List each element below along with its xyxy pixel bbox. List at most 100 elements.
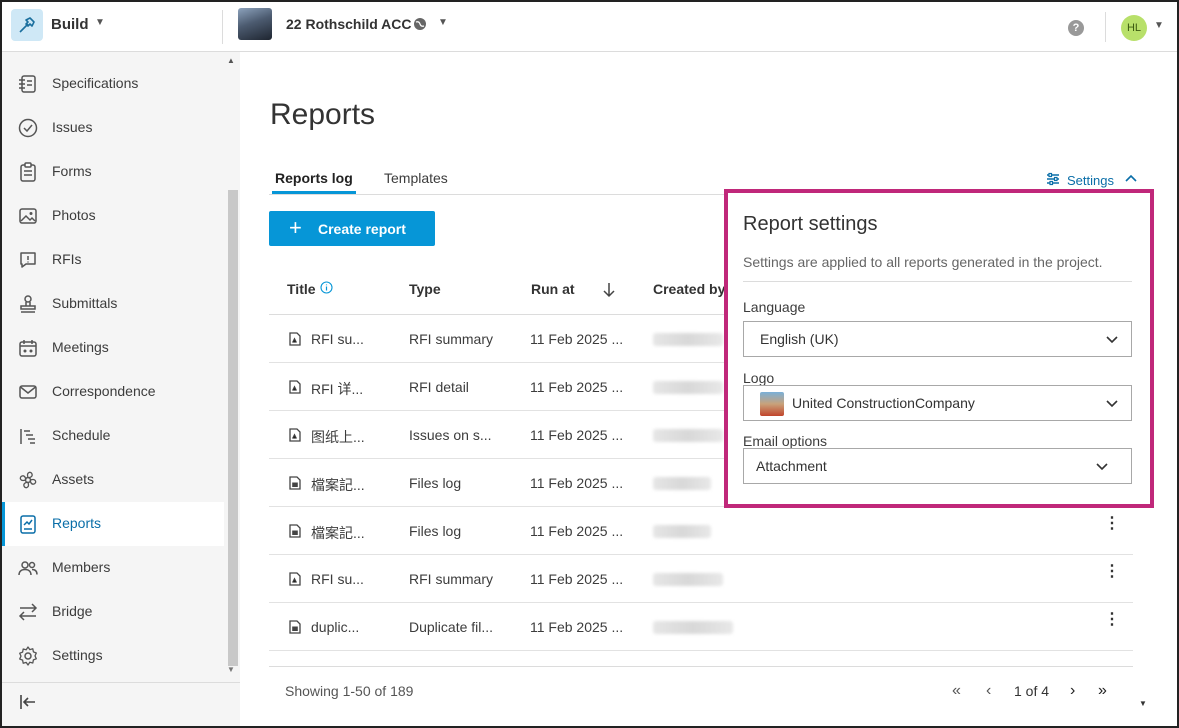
collapse-sidebar-icon[interactable] [18,692,38,717]
divider [1105,12,1106,42]
sidebar-scrollbar-thumb[interactable] [228,190,238,666]
language-label: Language [743,299,806,315]
avatar[interactable]: HL [1121,15,1147,41]
tab-templates[interactable]: Templates [384,170,448,186]
sidebar-item-bridge[interactable]: Bridge [2,590,224,634]
schedule-icon [17,425,39,447]
sidebar-item-issues[interactable]: Issues [2,106,224,150]
divider [743,281,1132,282]
settings-link-label: Settings [1067,173,1114,188]
chevron-down-icon[interactable]: ▼ [1154,20,1164,31]
chevron-down-icon[interactable]: ▼ [438,17,448,28]
column-header-title[interactable]: Title [287,281,316,297]
sort-descending-icon[interactable] [602,282,616,303]
create-report-button[interactable]: + Create report [269,211,435,246]
tab-reports-log[interactable]: Reports log [275,170,353,186]
page-indicator: 1 of 4 [1014,683,1050,699]
sidebar-item-members[interactable]: Members [2,546,224,590]
row-run-at: 11 Feb 2025 ... [530,427,624,443]
top-bar: Build ▼ 22 Rothschild ACC ▼ ? HL ▼ [2,2,1177,52]
chevron-down-icon [1095,459,1109,478]
sidebar-item-label: Photos [52,207,96,223]
sidebar-item-assets[interactable]: Assets [2,458,224,502]
assets-icon [17,469,39,491]
logo-label: Logo [743,370,775,386]
sidebar-item-label: Issues [52,119,93,135]
sidebar-item-rfis[interactable]: RFIs [2,238,224,282]
sidebar-item-forms[interactable]: Forms [2,150,224,194]
reports-icon [17,513,39,535]
column-header-type[interactable]: Type [409,281,441,297]
doc-file-icon [289,524,301,543]
table-row[interactable]: RFI su... RFI summary 11 Feb 2025 ... ⋮ [269,555,1133,603]
previous-page-icon[interactable]: ‹ [986,682,991,700]
row-title[interactable]: 檔案記... [311,475,365,495]
help-icon[interactable]: ? [1068,20,1084,36]
sidebar-item-label: Settings [52,647,103,663]
row-type: Files log [409,523,462,539]
page-title: Reports [270,98,376,131]
sidebar-item-meetings[interactable]: Meetings [2,326,224,370]
pdf-file-icon [289,428,301,447]
project-name[interactable]: 22 Rothschild ACC [286,16,412,32]
chevron-down-icon [1105,332,1119,351]
table-row[interactable]: duplic... Duplicate fil... 11 Feb 2025 .… [269,603,1133,651]
redacted-created-by [653,621,733,634]
project-thumbnail[interactable] [238,8,272,40]
first-page-icon[interactable]: « [952,682,961,700]
doc-file-icon [289,476,301,495]
logo-select[interactable]: United ConstructionCompany [743,385,1132,421]
row-run-at: 11 Feb 2025 ... [530,475,624,491]
divider [2,682,240,683]
app-name[interactable]: Build [51,16,89,33]
scroll-up-icon[interactable]: ▲ [227,56,235,65]
row-run-at: 11 Feb 2025 ... [530,331,624,347]
row-run-at: 11 Feb 2025 ... [530,379,624,395]
column-header-created-by[interactable]: Created by [653,281,725,297]
row-title[interactable]: RFI su... [311,331,364,347]
email-options-label: Email options [743,433,828,449]
sidebar-item-reports[interactable]: Reports [2,502,224,546]
row-type: Issues on s... [409,427,492,443]
table-row[interactable]: 檔案記... Files log 11 Feb 2025 ... ⋮ [269,507,1133,555]
row-title[interactable]: duplic... [311,619,359,635]
row-title[interactable]: 图纸上... [311,427,365,447]
sidebar-item-submittals[interactable]: Submittals [2,282,224,326]
row-title[interactable]: RFI 详... [311,379,363,399]
sidebar-item-schedule[interactable]: Schedule [2,414,224,458]
app-window: Build ▼ 22 Rothschild ACC ▼ ? HL ▼ ▲ ▼ S… [0,0,1179,728]
sidebar-item-label: Submittals [52,295,118,311]
scroll-down-icon[interactable]: ▼ [1139,699,1147,708]
language-select[interactable]: English (UK) [743,321,1132,357]
report-settings-panel: Report settings Settings are applied to … [724,189,1154,508]
correspondence-icon [17,381,39,403]
rfis-icon [17,249,39,271]
language-value: English (UK) [760,331,839,347]
sidebar-item-label: Specifications [52,75,139,91]
more-options-icon[interactable]: ⋮ [1104,516,1120,532]
last-page-icon[interactable]: » [1098,682,1107,700]
email-options-select[interactable]: Attachment [743,448,1132,484]
info-icon[interactable] [320,281,333,299]
row-title[interactable]: 檔案記... [311,523,365,543]
sidebar-item-label: Schedule [52,427,111,443]
divider [222,10,223,44]
sidebar-item-correspondence[interactable]: Correspondence [2,370,224,414]
row-run-at: 11 Feb 2025 ... [530,619,624,635]
next-page-icon[interactable]: › [1070,682,1075,700]
sidebar-item-settings[interactable]: Settings [2,634,224,678]
settings-toggle-button[interactable]: Settings [1045,171,1138,190]
chevron-down-icon[interactable]: ▼ [95,17,105,28]
sidebar-item-label: Reports [52,515,102,531]
column-header-run-at[interactable]: Run at [531,281,575,297]
sidebar-item-specifications[interactable]: Specifications [2,62,224,106]
sidebar-item-photos[interactable]: Photos [2,194,224,238]
globe-icon [413,17,427,36]
doc-file-icon [289,620,301,639]
hammer-icon[interactable] [11,9,43,41]
row-title[interactable]: RFI su... [311,571,364,587]
more-options-icon[interactable]: ⋮ [1104,564,1120,580]
scroll-down-icon[interactable]: ▼ [227,665,235,674]
more-options-icon[interactable]: ⋮ [1104,612,1120,628]
forms-icon [17,161,39,183]
